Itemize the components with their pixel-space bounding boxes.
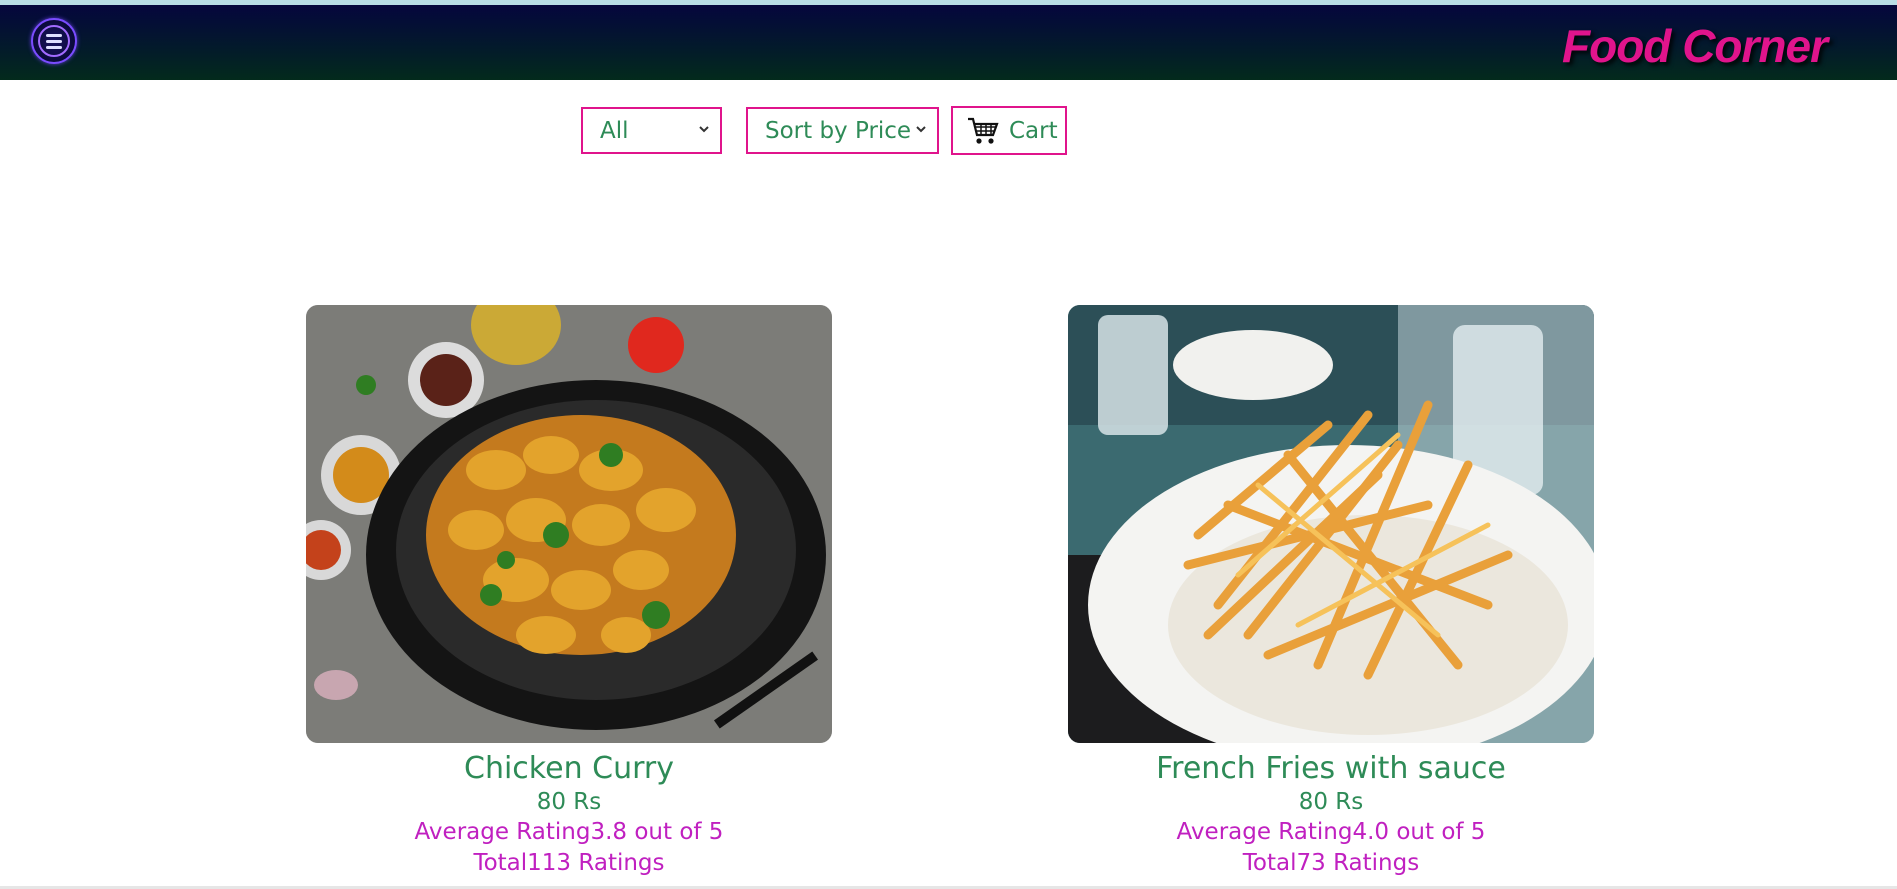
chevron-down-icon (699, 126, 709, 133)
cart-button[interactable]: Cart (951, 106, 1067, 155)
navbar: Food Corner (0, 5, 1897, 80)
category-select[interactable]: All (581, 107, 722, 154)
menu-button[interactable] (31, 18, 77, 64)
cart-label: Cart (1009, 117, 1058, 144)
chevron-down-icon (916, 126, 926, 133)
category-selected-value: All (600, 117, 629, 144)
chicken-curry-image (306, 305, 832, 743)
french-fries-image (1068, 305, 1594, 743)
food-total-ratings: Total113 Ratings (473, 850, 665, 876)
hamburger-menu-icon (38, 25, 70, 57)
food-rating: Average Rating4.0 out of 5 (1176, 819, 1486, 845)
food-card[interactable]: French Fries with sauce 80 Rs Average Ra… (1068, 305, 1594, 879)
food-name: French Fries with sauce (1156, 751, 1506, 786)
food-total-ratings: Total73 Ratings (1242, 850, 1420, 876)
shopping-cart-icon (968, 117, 999, 144)
food-price: 80 Rs (1298, 789, 1364, 815)
sort-select[interactable]: Sort by Price (746, 107, 939, 154)
brand-title: Food Corner (1562, 20, 1828, 72)
food-card[interactable]: Chicken Curry 80 Rs Average Rating3.8 ou… (306, 305, 832, 879)
food-price: 80 Rs (536, 789, 602, 815)
filter-controls: All Sort by Price Cart (0, 106, 1897, 156)
food-name: Chicken Curry (464, 751, 674, 786)
food-rating: Average Rating3.8 out of 5 (414, 819, 724, 845)
sort-selected-value: Sort by Price (765, 117, 912, 144)
